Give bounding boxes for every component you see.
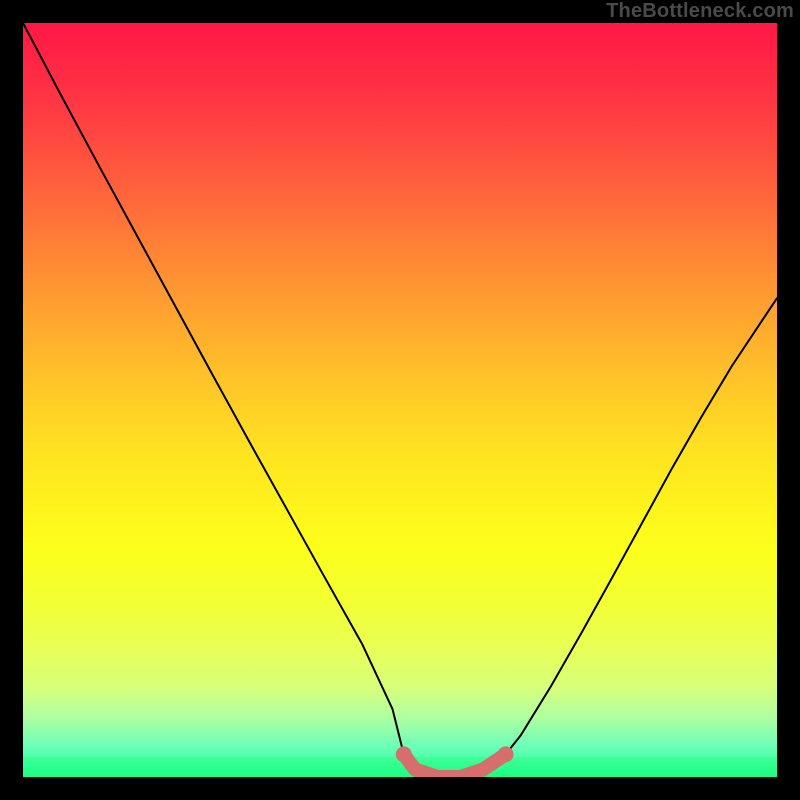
left-curve xyxy=(23,23,404,754)
valley-end-marker-left xyxy=(396,746,412,762)
valley-end-marker-right xyxy=(498,746,514,762)
chart-plot-area xyxy=(23,23,777,777)
chart-frame: TheBottleneck.com xyxy=(0,0,800,800)
valley-marker-line xyxy=(404,754,506,777)
right-curve xyxy=(506,298,777,754)
chart-svg xyxy=(23,23,777,777)
attribution-watermark: TheBottleneck.com xyxy=(606,0,794,23)
